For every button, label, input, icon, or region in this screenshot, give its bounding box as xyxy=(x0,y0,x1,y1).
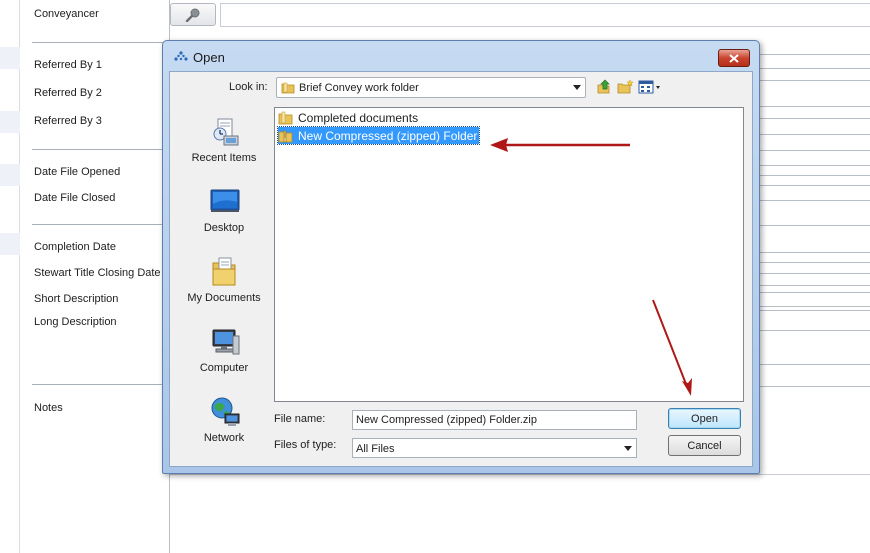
place-desktop[interactable]: Desktop xyxy=(176,184,272,252)
conveyancer-search-button[interactable] xyxy=(170,3,216,26)
look-in-label: Look in: xyxy=(229,81,268,93)
row-indicator xyxy=(0,47,20,69)
zip-folder-icon xyxy=(278,130,293,142)
label-completion-date: Completion Date xyxy=(34,241,116,253)
place-label: Desktop xyxy=(203,222,245,234)
place-recent-items[interactable]: Recent Items xyxy=(176,114,272,182)
computer-icon xyxy=(209,326,241,358)
places-bar: Recent Items Desktop My Documents Comput… xyxy=(176,108,272,458)
close-icon xyxy=(729,53,739,63)
file-name: New Compressed (zipped) Folder xyxy=(298,128,478,143)
folder-icon xyxy=(280,80,296,99)
label-short-description: Short Description xyxy=(34,293,119,305)
file-name-input[interactable] xyxy=(352,410,637,430)
look-in-value: Brief Convey work folder xyxy=(299,82,419,94)
field-line xyxy=(760,134,870,135)
look-in-combo[interactable]: Brief Convey work folder xyxy=(276,77,586,98)
field-line xyxy=(760,80,870,81)
separator xyxy=(32,149,170,150)
place-label: My Documents xyxy=(187,292,261,304)
conveyancer-field[interactable] xyxy=(220,3,870,27)
field-line xyxy=(760,200,870,201)
field-line xyxy=(760,175,870,176)
open-button[interactable]: Open xyxy=(668,408,741,429)
up-folder-icon[interactable] xyxy=(595,79,613,95)
desktop-icon xyxy=(209,186,241,218)
field-line xyxy=(760,54,870,55)
row-indicator xyxy=(0,111,20,133)
list-item-completed-documents[interactable]: Completed documents xyxy=(278,109,420,126)
field-line xyxy=(760,165,870,166)
files-of-type-combo[interactable]: All Files xyxy=(352,438,637,458)
field-line xyxy=(760,150,870,151)
place-label: Network xyxy=(203,432,245,444)
files-of-type-label: Files of type: xyxy=(274,439,337,451)
field-line xyxy=(760,285,870,286)
row-indicator xyxy=(0,233,20,255)
separator xyxy=(32,384,170,385)
field-line xyxy=(760,252,870,253)
dialog-title: Open xyxy=(193,50,225,65)
field-line xyxy=(760,118,870,119)
files-of-type-value: All Files xyxy=(356,443,395,455)
field-line xyxy=(760,306,870,307)
field-line xyxy=(760,68,870,69)
place-computer[interactable]: Computer xyxy=(176,324,272,392)
label-conveyancer: Conveyancer xyxy=(34,8,99,20)
chevron-down-icon xyxy=(624,446,632,451)
place-label: Computer xyxy=(199,362,249,374)
open-dialog: Open Look in: Brief Convey work folder R… xyxy=(162,40,760,474)
dialog-titlebar[interactable]: Open xyxy=(163,41,759,71)
field-line xyxy=(760,273,870,274)
label-referred-by-2: Referred By 2 xyxy=(34,87,102,99)
folder-icon xyxy=(278,111,293,124)
file-name-label: File name: xyxy=(274,413,326,425)
label-stewart-title-closing-date: Stewart Title Closing Date xyxy=(34,267,161,279)
place-label: Recent Items xyxy=(191,152,257,164)
view-menu-icon[interactable] xyxy=(638,79,662,95)
place-my-documents[interactable]: My Documents xyxy=(176,254,272,322)
notes-area-line xyxy=(170,474,870,475)
recent-items-icon xyxy=(209,116,241,148)
label-date-file-opened: Date File Opened xyxy=(34,166,121,178)
dialog-client-area: Look in: Brief Convey work folder Recent… xyxy=(169,71,753,467)
separator xyxy=(32,224,170,225)
label-referred-by-3: Referred By 3 xyxy=(34,115,102,127)
field-line xyxy=(760,310,870,311)
my-documents-icon xyxy=(209,256,241,288)
left-strip xyxy=(0,0,20,553)
field-line xyxy=(760,225,870,226)
separator xyxy=(32,42,170,43)
chevron-down-icon xyxy=(573,85,581,90)
field-line xyxy=(760,386,870,387)
network-icon xyxy=(209,396,241,428)
file-list[interactable]: Completed documents New Compressed (zipp… xyxy=(274,107,744,402)
label-referred-by-1: Referred By 1 xyxy=(34,59,102,71)
field-line xyxy=(760,330,870,331)
new-folder-icon[interactable] xyxy=(616,79,634,95)
magnifier-icon xyxy=(185,8,200,22)
list-item-new-compressed-folder[interactable]: New Compressed (zipped) Folder xyxy=(276,126,481,145)
field-line xyxy=(760,106,870,107)
place-network[interactable]: Network xyxy=(176,394,272,462)
field-line xyxy=(760,262,870,263)
label-long-description: Long Description xyxy=(34,316,117,328)
file-name: Completed documents xyxy=(298,110,419,125)
label-notes: Notes xyxy=(34,402,63,414)
field-line xyxy=(760,185,870,186)
open-dialog-icon xyxy=(173,50,189,65)
cancel-button[interactable]: Cancel xyxy=(668,435,741,456)
row-indicator xyxy=(0,164,20,186)
field-line xyxy=(760,364,870,365)
label-date-file-closed: Date File Closed xyxy=(34,192,116,204)
close-button[interactable] xyxy=(718,49,750,67)
field-line xyxy=(760,292,870,293)
